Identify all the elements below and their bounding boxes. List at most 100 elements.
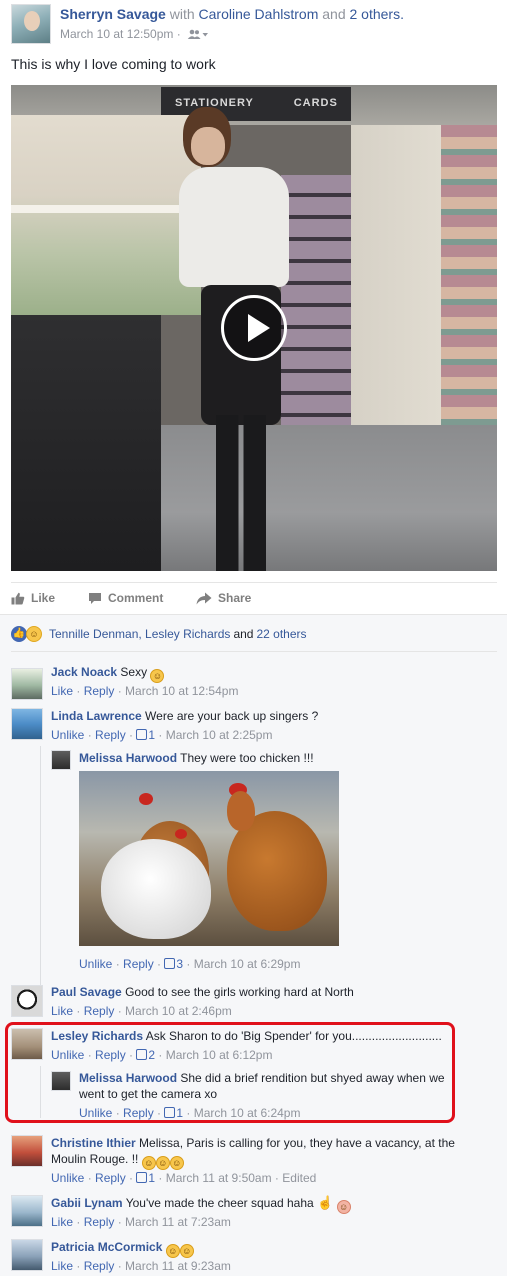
- comment-meta: Like · Reply · March 11 at 9:23am: [51, 1259, 231, 1273]
- thumbs-up-outline-icon: [136, 1172, 148, 1183]
- comment-timestamp-link[interactable]: March 11 at 7:23am: [125, 1215, 231, 1229]
- comment-text: Good to see the girls working hard at No…: [125, 985, 354, 999]
- video-person-legs: [216, 415, 266, 571]
- comment-reply-button[interactable]: Reply: [95, 728, 126, 742]
- comment-body: Gabii Lynam You've made the cheer squad …: [51, 1195, 351, 1214]
- video-floor: [161, 425, 497, 571]
- comment-author-link[interactable]: Linda Lawrence: [51, 709, 142, 723]
- like-button[interactable]: Like: [11, 591, 55, 605]
- commenter-avatar[interactable]: [11, 668, 43, 700]
- comment-unlike-button[interactable]: Unlike: [51, 728, 84, 742]
- comment-reply-button[interactable]: Reply: [95, 1048, 126, 1062]
- reply-meta: Unlike · Reply · 1 · March 10 at 6:24pm: [79, 1106, 301, 1120]
- friends-icon[interactable]: [187, 29, 209, 43]
- share-button[interactable]: Share: [196, 591, 251, 605]
- commenter-avatar[interactable]: [11, 1135, 43, 1167]
- reply-reply-button[interactable]: Reply: [123, 1106, 154, 1120]
- comment-author-link[interactable]: Jack Noack: [51, 665, 117, 679]
- post-timestamp-link[interactable]: March 10 at 12:50pm: [60, 27, 173, 41]
- reply-like-count[interactable]: 1: [164, 1106, 183, 1120]
- comment-reply-button[interactable]: Reply: [84, 1215, 115, 1229]
- comment-reply-button[interactable]: Reply: [84, 1004, 115, 1018]
- reply-thread-line: [40, 1066, 41, 1118]
- comment-like-count[interactable]: 1: [136, 728, 155, 742]
- photo-hen-head: [227, 791, 255, 831]
- comment-timestamp-link[interactable]: March 11 at 9:23am: [125, 1259, 231, 1273]
- like-label: Like: [31, 591, 56, 605]
- comment-meta: Like · Reply · March 10 at 2:46pm: [51, 1004, 232, 1018]
- comment-author-link[interactable]: Patricia McCormick: [51, 1240, 162, 1254]
- comment-like-count[interactable]: 1: [136, 1171, 155, 1185]
- comment-author-link[interactable]: Lesley Richards: [51, 1029, 143, 1043]
- comment-body: Paul Savage Good to see the girls workin…: [51, 984, 354, 1000]
- reaction-summary[interactable]: 👍 ☺ Tennille Denman, Lesley Richards and…: [11, 626, 307, 642]
- comment-like-button[interactable]: Like: [51, 684, 73, 698]
- comment-text-line2: Moulin Rouge. !!: [51, 1152, 139, 1166]
- comment-text: Ask Sharon to do 'Big Spender' for you..…: [145, 1029, 442, 1043]
- commenter-avatar[interactable]: [11, 1028, 43, 1060]
- comment-button[interactable]: Comment: [88, 591, 163, 605]
- comment-like-button[interactable]: Like: [51, 1259, 73, 1273]
- comment-author-link[interactable]: Christine Ithier: [51, 1136, 136, 1150]
- reply-timestamp-link[interactable]: March 10 at 6:24pm: [194, 1106, 301, 1120]
- divider: [11, 651, 497, 652]
- reply-timestamp-link[interactable]: March 10 at 6:29pm: [194, 957, 301, 971]
- thumbs-up-outline-icon: [164, 1107, 176, 1118]
- like-count-value: 3: [176, 957, 184, 971]
- comment-timestamp-link[interactable]: March 10 at 2:46pm: [125, 1004, 232, 1018]
- video-display-rack: [281, 175, 351, 435]
- reply-reply-button[interactable]: Reply: [123, 957, 154, 971]
- share-label: Share: [218, 591, 252, 605]
- comment-body: Jack Noack Sexy ☺: [51, 664, 165, 683]
- reply-author-link[interactable]: Melissa Harwood: [79, 1071, 177, 1085]
- comment-reply-button[interactable]: Reply: [95, 1171, 126, 1185]
- video-counter: [11, 315, 161, 571]
- others-link[interactable]: 2 others.: [350, 6, 404, 22]
- comment-timestamp-link[interactable]: March 10 at 12:54pm: [125, 684, 238, 698]
- divider: [11, 582, 497, 583]
- thumbs-up-icon: [11, 592, 25, 605]
- grin-emoji-icon: ☺: [179, 1244, 194, 1258]
- reply-author-link[interactable]: Melissa Harwood: [79, 751, 177, 765]
- comment-reply-button[interactable]: Reply: [84, 684, 115, 698]
- reply-like-count[interactable]: 3: [164, 957, 183, 971]
- comment-unlike-button[interactable]: Unlike: [51, 1171, 84, 1185]
- video-player[interactable]: STATIONERY CARDS: [11, 85, 497, 571]
- reply-unlike-button[interactable]: Unlike: [79, 957, 112, 971]
- comment-reply-button[interactable]: Reply: [84, 1259, 115, 1273]
- poster-avatar[interactable]: [11, 4, 51, 44]
- replier-avatar[interactable]: [51, 1071, 71, 1091]
- video-person-face: [191, 127, 225, 165]
- commenter-avatar[interactable]: [11, 708, 43, 740]
- comment-like-count[interactable]: 2: [136, 1048, 155, 1062]
- comment-unlike-button[interactable]: Unlike: [51, 1048, 84, 1062]
- reply-unlike-button[interactable]: Unlike: [79, 1106, 112, 1120]
- video-shelf-band: [11, 205, 201, 213]
- like-count-value: 1: [148, 1171, 156, 1185]
- poster-name-link[interactable]: Sherryn Savage: [60, 6, 166, 22]
- replier-avatar[interactable]: [51, 750, 71, 770]
- comment-text: Sexy: [120, 665, 148, 679]
- comment-meta: Unlike · Reply · 1 · March 10 at 2:25pm: [51, 728, 273, 742]
- comment-timestamp-link[interactable]: March 11 at 9:50am: [166, 1171, 272, 1185]
- comment-timestamp-link[interactable]: March 10 at 6:12pm: [166, 1048, 273, 1062]
- reaction-others-link[interactable]: 22 others: [256, 627, 306, 641]
- edited-link[interactable]: Edited: [282, 1171, 316, 1185]
- chickens-photo[interactable]: [79, 771, 339, 946]
- comment-like-button[interactable]: Like: [51, 1004, 73, 1018]
- comment-meta: Like · Reply · March 11 at 7:23am: [51, 1215, 231, 1229]
- reply-text: They were too chicken !!!: [180, 751, 314, 765]
- commenter-avatar[interactable]: [11, 1239, 43, 1271]
- comment-timestamp-link[interactable]: March 10 at 2:25pm: [166, 728, 273, 742]
- play-button-icon[interactable]: [221, 295, 287, 361]
- comment-like-button[interactable]: Like: [51, 1215, 73, 1229]
- tagged-person-link[interactable]: Caroline Dahlstrom: [199, 6, 319, 22]
- commenter-avatar[interactable]: [11, 985, 43, 1017]
- reply-body: Melissa Harwood They were too chicken !!…: [79, 750, 314, 766]
- commenter-avatar[interactable]: [11, 1195, 43, 1227]
- like-count-value: 1: [176, 1106, 184, 1120]
- comment-author-link[interactable]: Paul Savage: [51, 985, 122, 999]
- reply-body: Melissa Harwood She did a brief renditio…: [79, 1070, 451, 1102]
- comment-author-link[interactable]: Gabii Lynam: [51, 1196, 123, 1210]
- reaction-names-link[interactable]: Tennille Denman, Lesley Richards: [49, 627, 230, 641]
